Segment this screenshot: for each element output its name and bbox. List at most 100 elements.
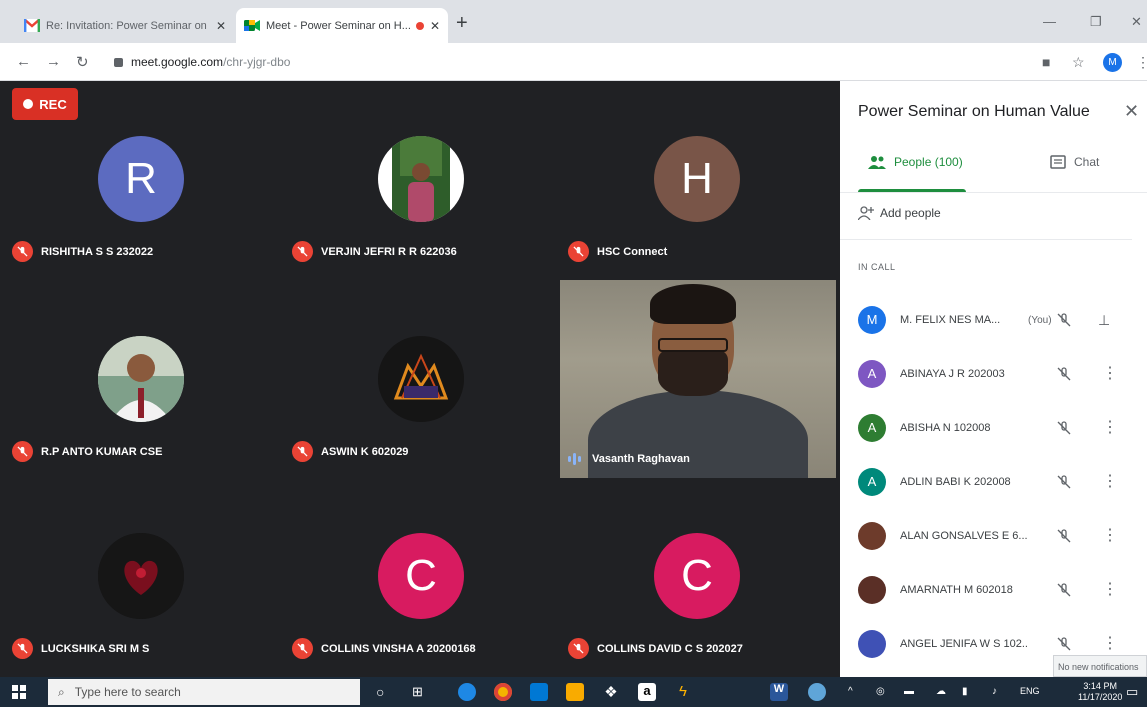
participant-name: ABINAYA J R 202003	[900, 368, 1005, 380]
list-item[interactable]: A ABINAYA J R 202003 ⋮	[840, 347, 1147, 401]
participant-name: ASWIN K 602029	[321, 445, 409, 458]
reload-icon[interactable]: ↻	[76, 53, 89, 71]
network-icon[interactable]: ▮	[962, 686, 968, 697]
clock[interactable]: 3:14 PM 11/17/2020	[1078, 681, 1122, 703]
tab-meet[interactable]: Meet - Power Seminar on H... ✕	[236, 8, 448, 43]
participant-tile[interactable]: LUCKSHIKA SRI M S	[4, 513, 280, 685]
file-explorer-icon[interactable]	[566, 683, 584, 701]
cortana-icon[interactable]: ○	[376, 684, 384, 700]
meet-icon	[244, 19, 260, 33]
participant-tile[interactable]: VERJIN JEFRI R R 622036	[284, 116, 560, 288]
list-item[interactable]: AMARNATH M 602018 ⋮	[840, 563, 1147, 617]
meeting-title: Power Seminar on Human Value	[858, 103, 1090, 120]
amazon-icon[interactable]: a	[638, 683, 656, 701]
bookmark-star-icon[interactable]: ☆	[1072, 54, 1085, 71]
mic-off-icon	[1057, 529, 1071, 543]
mic-off-icon	[1057, 367, 1071, 381]
avatar-photo	[378, 136, 464, 222]
url-path: /chr-yjgr-dbo	[223, 55, 291, 69]
tray-icon[interactable]: ◎	[876, 686, 885, 697]
address-bar: ← → ↻ meet.google.com/chr-yjgr-dbo ■ ☆ M…	[0, 43, 1147, 81]
app-icon[interactable]: ϟ	[674, 683, 692, 701]
participant-tile[interactable]: C COLLINS VINSHA A 20200168	[284, 513, 560, 685]
menu-dots-icon[interactable]: ⋮	[1136, 54, 1147, 71]
mic-off-icon	[1057, 583, 1071, 597]
notification-tooltip: No new notifications	[1053, 655, 1147, 677]
taskbar-search-input[interactable]: ⌕ Type here to search	[48, 679, 360, 705]
volume-icon[interactable]: ♪	[992, 686, 997, 697]
tab-chat[interactable]: Chat	[1050, 155, 1099, 169]
windows-taskbar: ⌕ Type here to search ○ ⊞ ❖ a ϟ W ^ ◎ ▬ …	[0, 677, 1147, 707]
mail-icon[interactable]	[530, 683, 548, 701]
add-people-button[interactable]: Add people	[858, 206, 941, 220]
participant-name: AMARNATH M 602018	[900, 584, 1013, 596]
minimize-icon[interactable]: —	[1043, 14, 1056, 29]
task-view-icon[interactable]: ⊞	[412, 684, 423, 700]
tab-title: Meet - Power Seminar on H...	[266, 19, 410, 32]
back-icon[interactable]: ←	[16, 53, 31, 70]
more-options-icon[interactable]: ⋮	[1102, 366, 1118, 382]
more-options-icon[interactable]: ⋮	[1102, 420, 1118, 436]
word-icon[interactable]: W	[770, 683, 788, 701]
chevron-up-icon[interactable]: ^	[848, 686, 853, 697]
new-tab-button[interactable]: +	[456, 13, 468, 33]
participant-tile[interactable]: C COLLINS DAVID C S 202027	[560, 513, 836, 685]
avatar: M	[858, 306, 886, 334]
participant-name: ANGEL JENIFA W S 102...	[900, 638, 1028, 650]
action-center-icon[interactable]: ▭	[1126, 684, 1138, 700]
participant-name: ADLIN BABI K 202008	[900, 476, 1011, 488]
more-options-icon[interactable]: ⋮	[1102, 636, 1118, 652]
participant-tile[interactable]: R RISHITHA S S 232022	[4, 116, 280, 288]
people-icon	[868, 156, 886, 169]
list-item[interactable]: A ADLIN BABI K 202008 ⋮	[840, 455, 1147, 509]
battery-icon[interactable]: ▬	[904, 686, 914, 697]
onedrive-icon[interactable]: ☁	[936, 686, 946, 697]
participant-tile[interactable]: ASWIN K 602029	[284, 316, 560, 488]
avatar: H	[654, 136, 740, 222]
windows-start-icon[interactable]	[12, 685, 26, 699]
mic-off-icon	[1057, 637, 1071, 651]
forward-icon[interactable]: →	[46, 53, 61, 70]
mic-off-icon	[1057, 421, 1071, 435]
pin-icon[interactable]: ⊥	[1098, 312, 1110, 329]
speaker-video[interactable]: Vasanth Raghavan	[560, 280, 836, 478]
more-options-icon[interactable]: ⋮	[1102, 474, 1118, 490]
avatar-photo	[98, 336, 184, 422]
url-field[interactable]: meet.google.com/chr-yjgr-dbo	[108, 49, 1018, 75]
language-indicator[interactable]: ENG	[1020, 686, 1040, 696]
avatar-photo	[858, 630, 886, 658]
list-item[interactable]: M M. FELIX NES MA... (You) ⊥	[840, 293, 1147, 347]
participant-tile[interactable]: R.P ANTO KUMAR CSE	[4, 316, 280, 488]
list-item[interactable]: ALAN GONSALVES E 6... ⋮	[840, 509, 1147, 563]
more-options-icon[interactable]: ⋮	[1102, 582, 1118, 598]
speaking-indicator-icon	[568, 452, 584, 466]
more-options-icon[interactable]: ⋮	[1102, 528, 1118, 544]
tab-people[interactable]: People (100)	[868, 155, 963, 169]
profile-avatar[interactable]: M	[1103, 53, 1122, 72]
mic-off-icon	[12, 638, 33, 659]
mic-off-icon	[12, 241, 33, 262]
close-panel-icon[interactable]: ✕	[1124, 101, 1139, 122]
app-icon[interactable]	[808, 683, 826, 701]
participant-tile[interactable]: H HSC Connect	[560, 116, 836, 288]
close-tab-icon[interactable]: ✕	[430, 19, 440, 33]
search-icon: ⌕	[58, 684, 65, 699]
participant-name: HSC Connect	[597, 245, 668, 258]
participant-name: COLLINS DAVID C S 202027	[597, 642, 743, 655]
tab-chat-label: Chat	[1074, 155, 1100, 169]
dropbox-icon[interactable]: ❖	[602, 683, 620, 701]
participant-name: COLLINS VINSHA A 20200168	[321, 642, 476, 655]
mic-off-icon	[568, 638, 589, 659]
close-tab-icon[interactable]: ✕	[216, 19, 226, 33]
tab-gmail[interactable]: Re: Invitation: Power Seminar on ... ✕	[16, 8, 234, 43]
camera-icon[interactable]: ■	[1042, 54, 1050, 70]
tab-people-label: People (100)	[894, 155, 963, 169]
participant-list: M M. FELIX NES MA... (You) ⊥ A ABINAYA J…	[840, 293, 1147, 671]
mic-off-icon	[1057, 475, 1071, 489]
mic-off-icon	[292, 441, 313, 462]
list-item[interactable]: A ABISHA N 102008 ⋮	[840, 401, 1147, 455]
edge-icon[interactable]	[458, 683, 476, 701]
close-window-icon[interactable]: ✕	[1131, 14, 1142, 30]
chrome-icon[interactable]	[494, 683, 512, 701]
maximize-icon[interactable]: ❐	[1090, 14, 1102, 30]
